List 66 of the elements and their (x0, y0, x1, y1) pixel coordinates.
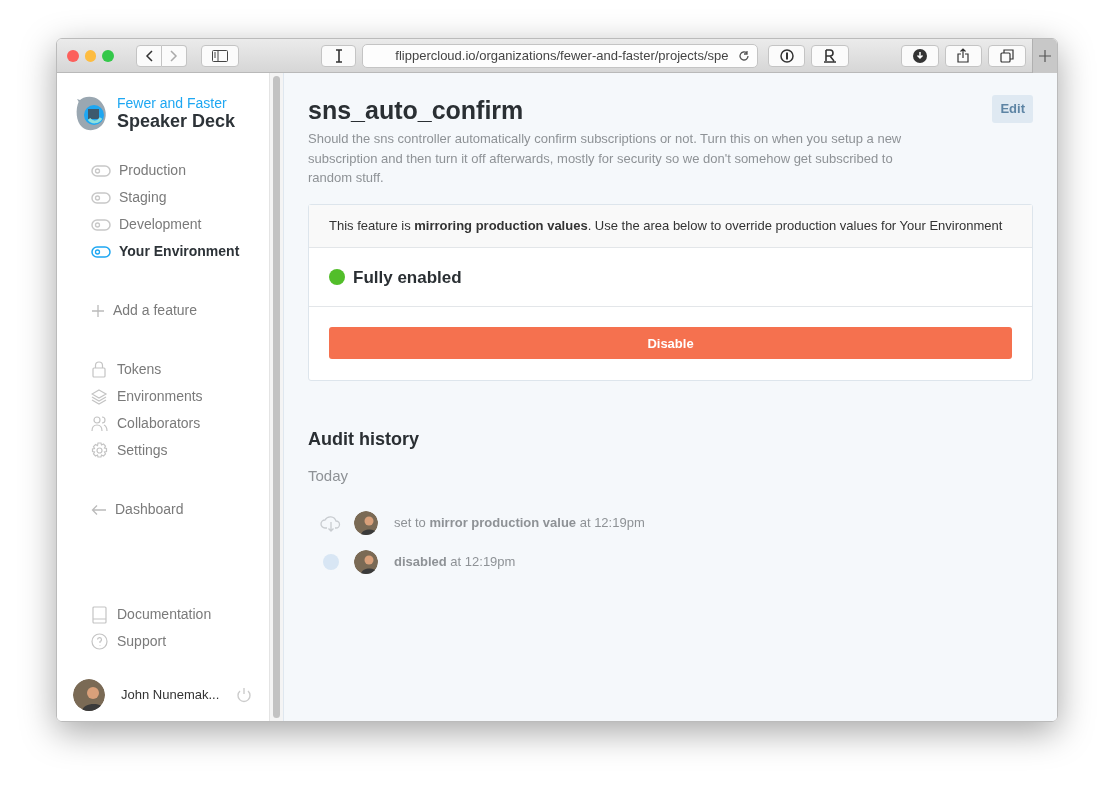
environment-link[interactable]: Staging (75, 184, 269, 211)
sidebar-link[interactable]: Environments (75, 383, 269, 410)
sidebar-link[interactable]: Support (75, 628, 269, 655)
cursor-icon (334, 48, 343, 63)
help-icon (91, 632, 109, 651)
layers-icon (91, 387, 109, 406)
downloads-button[interactable] (900, 44, 939, 67)
plus-icon (91, 303, 105, 318)
scrollbar-thumb[interactable] (273, 76, 280, 718)
sidebar-link[interactable]: Tokens (75, 356, 269, 383)
project-name[interactable]: Speaker Deck (117, 111, 236, 132)
people-icon (91, 414, 109, 433)
address-field[interactable]: flippercloud.io/organizations/fewer-and-faster/projects/spe (362, 43, 759, 68)
lock-icon (91, 360, 109, 379)
toggle-icon (91, 191, 111, 204)
tabs-icon (999, 48, 1014, 63)
share-button[interactable] (944, 44, 983, 67)
environment-link[interactable]: Your Environment (75, 238, 269, 265)
sidebar-link[interactable]: Collaborators (75, 410, 269, 437)
extension-button[interactable] (320, 44, 357, 67)
reader-icon (824, 48, 837, 63)
settings-icon (91, 441, 109, 460)
timeline-dot (323, 553, 339, 570)
reader-button[interactable] (811, 44, 849, 67)
user-avatar[interactable] (73, 679, 105, 711)
sidebar-link[interactable]: Documentation (75, 601, 269, 628)
toggle-icon (91, 245, 111, 258)
password-button[interactable] (767, 44, 806, 67)
dashboard-link[interactable]: Dashboard (75, 496, 269, 523)
environment-link[interactable]: Development (75, 211, 269, 238)
back-button[interactable] (136, 44, 163, 67)
organization-name[interactable]: Fewer and Faster (117, 96, 236, 112)
keyhole-icon (779, 48, 794, 63)
cloud-download-icon (320, 513, 342, 532)
feature-description: Should the sns controller automatically confirm subscriptions or not. Turn this on when you setup a new subscription and then turn it off afterwards, mostly for security so we don't somehow get subscribed to random stuff. (308, 130, 903, 187)
new-tab-button[interactable] (1031, 39, 1057, 73)
close-button[interactable] (67, 49, 79, 62)
user-avatar (354, 510, 378, 535)
environment-link[interactable]: Production (75, 157, 269, 184)
toggle-icon (91, 164, 111, 177)
day-heading: Today (308, 465, 350, 486)
add-feature-link[interactable]: Add a feature (75, 297, 269, 324)
status-text: Fully enabled (353, 266, 462, 289)
user-name[interactable]: John Nunemak... (121, 685, 220, 705)
feature-title: sns_auto_confirm (308, 95, 524, 125)
back-icon (145, 49, 154, 62)
plus-icon (1038, 49, 1051, 62)
audit-entry: disabled at 12:19pm (394, 553, 516, 572)
reload-icon[interactable] (738, 49, 750, 62)
download-icon (912, 48, 927, 63)
book-icon (91, 605, 109, 624)
forward-icon (170, 49, 179, 62)
sidebar-icon (211, 49, 228, 62)
sidebar-button[interactable] (201, 44, 239, 67)
tabs-button[interactable] (988, 44, 1026, 67)
section-heading: Audit history (308, 429, 420, 451)
share-icon (957, 48, 970, 63)
back-arrow-icon (91, 503, 107, 516)
edit-button[interactable]: Edit (992, 95, 1033, 123)
dolphin-logo (75, 95, 109, 133)
notice-text: This feature is mirroring production values. Use the area below to override production values for Your Environment (309, 204, 1032, 249)
disable-button[interactable]: Disable (329, 327, 1012, 360)
sidebar-link[interactable]: Settings (75, 437, 269, 464)
toggle-icon (91, 218, 111, 231)
user-avatar (354, 549, 378, 574)
audit-entry: set to mirror production value at 12:19pm (394, 514, 645, 533)
